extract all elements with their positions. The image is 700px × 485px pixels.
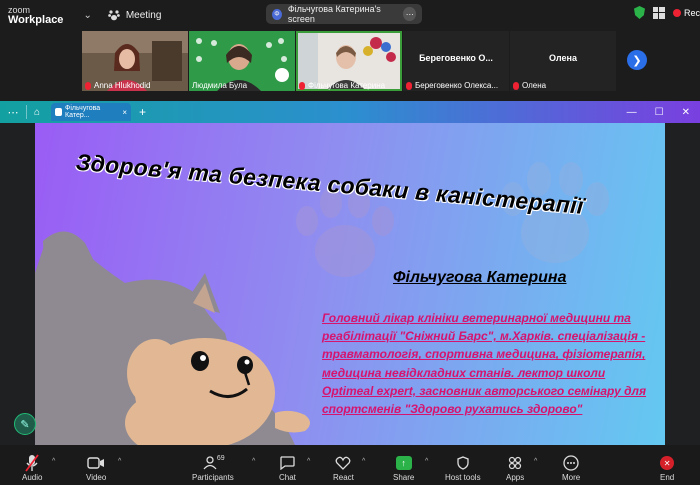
meeting-label: Meeting — [125, 9, 162, 21]
top-bar: zoom Workplace ⌄ Meeting Ф Фільчугова Ка… — [0, 0, 700, 30]
home-icon[interactable]: ⌂ — [27, 107, 47, 118]
browser-tab-bar: ⋯ ⌂ Фільчугова Катер... × + — ☐ ✕ — [0, 101, 700, 123]
apps-button[interactable]: Apps — [506, 453, 524, 482]
close-window-icon[interactable]: ✕ — [682, 107, 690, 118]
participant-tile[interactable]: Anna Hlukhodid — [82, 31, 188, 91]
zoom-window: zoom Workplace ⌄ Meeting Ф Фільчугова Ка… — [0, 0, 700, 485]
mic-muted-icon — [25, 454, 39, 472]
rec-label: Rec — [683, 7, 700, 18]
end-x-icon: ✕ — [660, 456, 675, 470]
menu-dots-icon[interactable]: ⋯ — [0, 106, 26, 119]
annotate-pencil-icon[interactable]: ✎ — [14, 413, 36, 435]
participant-strip: Anna Hlukhodid Людмила Була Фільчугова К… — [82, 31, 616, 91]
participant-tile[interactable]: Береговенко О... Береговенко Олекса... — [403, 31, 509, 91]
participant-name: Фільчугова Катерина — [299, 81, 385, 90]
participant-tile-active-speaker[interactable]: Фільчугова Катерина — [296, 31, 402, 91]
participant-name: Anna Hlukhodid — [85, 81, 150, 90]
record-dot-icon — [672, 8, 681, 17]
tab-favicon-icon — [55, 108, 63, 116]
shared-screen: Здоров'я та безпека собаки в каністерапі… — [0, 123, 700, 445]
next-page-arrow-icon[interactable]: ❯ — [627, 50, 647, 70]
react-options-caret[interactable]: ^ — [362, 458, 365, 465]
chat-button[interactable]: Chat — [279, 453, 296, 482]
minimize-icon[interactable]: — — [627, 107, 637, 118]
host-tools-button[interactable]: Host tools — [445, 453, 481, 482]
more-button[interactable]: More — [562, 453, 580, 482]
participants-button[interactable]: 69 Participants — [192, 453, 234, 482]
paw-icon — [108, 10, 120, 21]
participant-name: Береговенко Олекса... — [406, 81, 498, 90]
participant-big-name: Береговенко О... — [419, 53, 493, 63]
slide-author: Фільчугова Катерина — [393, 269, 567, 286]
brand-large: Workplace — [8, 14, 64, 26]
more-options-icon[interactable]: ⋯ — [403, 7, 416, 21]
apps-options-caret[interactable]: ^ — [534, 458, 537, 465]
end-meeting-button[interactable]: ✕ End — [660, 453, 674, 482]
tab-label: Фільчугова Катер... — [65, 105, 101, 119]
security-shield-icon[interactable] — [633, 6, 645, 19]
participant-tile[interactable]: Людмила Була — [189, 31, 295, 91]
participants-count: 69 — [216, 455, 225, 462]
participants-options-caret[interactable]: ^ — [252, 458, 255, 465]
presenter-avatar: Ф — [272, 8, 282, 20]
share-button[interactable]: ↑ Share — [393, 453, 414, 482]
share-pill-label: Фільчугова Катерина's screen — [287, 4, 381, 24]
chat-options-caret[interactable]: ^ — [307, 458, 310, 465]
heart-icon — [336, 456, 351, 470]
video-camera-icon — [87, 457, 105, 469]
chevron-down-icon[interactable]: ⌄ — [83, 10, 91, 21]
participant-name: Олена — [513, 81, 546, 90]
new-tab-icon[interactable]: + — [139, 105, 146, 119]
meeting-menu[interactable]: Meeting — [108, 9, 162, 21]
participant-tile[interactable]: Олена Олена — [510, 31, 616, 91]
gallery-view-icon[interactable] — [652, 6, 665, 19]
share-options-caret[interactable]: ^ — [425, 458, 428, 465]
browser-tab[interactable]: Фільчугова Катер... × — [51, 103, 131, 121]
meeting-toolbar: Audio ^ Video ^ 69 Participants ^ Chat ^… — [0, 445, 700, 485]
share-arrow-icon: ↑ — [395, 456, 412, 470]
recording-indicator[interactable]: Rec — [672, 7, 700, 18]
screen-share-pill[interactable]: Ф Фільчугова Катерина's screen ⋯ — [266, 4, 422, 24]
maximize-icon[interactable]: ☐ — [655, 107, 664, 118]
slide-bio: Головний лікар клініки ветеринарної меди… — [322, 311, 647, 417]
window-controls: — ☐ ✕ — [627, 107, 700, 118]
mic-muted-icon — [85, 81, 91, 90]
audio-options-caret[interactable]: ^ — [52, 458, 55, 465]
more-dots-icon — [563, 455, 579, 471]
video-button[interactable]: Video — [86, 453, 106, 482]
close-tab-icon[interactable]: × — [122, 108, 127, 117]
zoom-logo: zoom Workplace — [8, 5, 64, 26]
participant-name: Людмила Була — [192, 81, 248, 90]
react-button[interactable]: React — [333, 453, 354, 482]
mic-muted-icon — [513, 81, 519, 90]
participant-big-name: Олена — [549, 53, 577, 63]
video-options-caret[interactable]: ^ — [118, 458, 121, 465]
mic-muted-icon — [299, 81, 305, 90]
audio-button[interactable]: Audio — [22, 453, 42, 482]
shield-icon — [457, 456, 469, 470]
mic-muted-icon — [406, 81, 412, 90]
apps-icon — [509, 456, 522, 470]
presentation-slide: Здоров'я та безпека собаки в каністерапі… — [35, 123, 665, 445]
chat-icon — [280, 456, 296, 470]
dog-illustration — [35, 231, 310, 445]
top-right-controls: Rec — [633, 6, 700, 19]
